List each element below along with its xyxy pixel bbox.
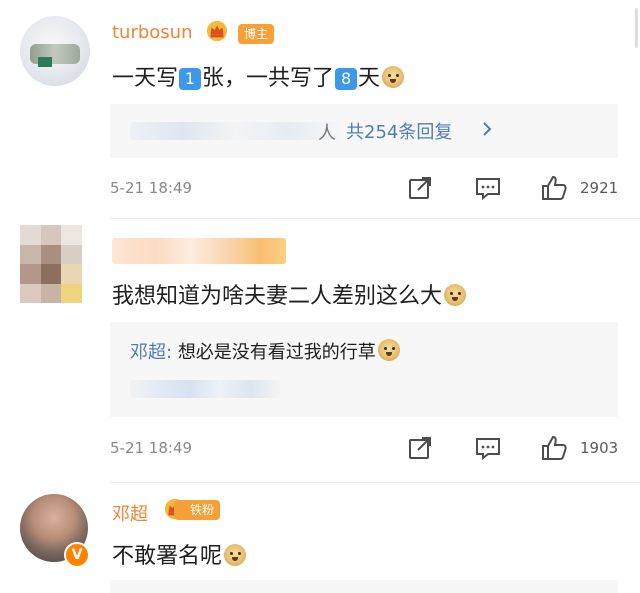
divider [110, 482, 640, 483]
like-count: 2921 [580, 179, 619, 197]
reply-author-link[interactable]: 邓超 [130, 342, 166, 363]
reply-text: 想必是没有看过我的行草 [177, 342, 376, 363]
reply-line: 邓超: 想必是没有看过我的行草 [130, 338, 400, 364]
avatar-blurred[interactable] [20, 225, 82, 303]
doge-emoji-icon [377, 339, 400, 361]
avatar-house [38, 57, 52, 67]
username[interactable]: turbosun [112, 22, 193, 43]
comment-text: 不敢署名呢 [112, 538, 247, 570]
comment-date: 5-21 18:49 [110, 179, 193, 197]
comment-date: 5-21 18:49 [110, 439, 193, 457]
reply-blurred-tail: 人 [318, 123, 336, 144]
scrollbar[interactable] [635, 8, 638, 48]
reply-colon: : [166, 342, 173, 363]
chevron-right-icon[interactable] [479, 121, 495, 137]
comment-icon[interactable] [474, 174, 502, 202]
comment-meta: 5-21 18:49 2921 [110, 174, 620, 204]
thumbs-up-icon[interactable] [540, 174, 568, 202]
comment-text: 我想知道为啥夫妻二人差别这么大 [112, 278, 467, 310]
doge-emoji-icon [382, 66, 405, 88]
doge-emoji-icon [444, 284, 467, 306]
reply-preview[interactable]: 邓超: 想必是没有看过我的行草 [110, 322, 618, 417]
like-count: 1903 [580, 439, 619, 457]
share-icon[interactable] [406, 434, 434, 462]
comment-meta: 5-21 18:49 1903 [110, 434, 620, 464]
comment-text-body: 不敢署名呢 [112, 544, 223, 569]
comment-text-part1: 一天写 [112, 66, 179, 91]
comment-icon[interactable] [474, 434, 502, 462]
comment-text-part3: 天 [358, 66, 381, 91]
share-icon[interactable] [406, 174, 434, 202]
blurred-reply-text [130, 122, 340, 140]
doge-emoji-icon [224, 544, 247, 566]
reply-preview[interactable]: 人 共254条回复 [110, 104, 618, 158]
blurred-username [112, 238, 286, 264]
thumbs-up-icon[interactable] [540, 434, 568, 462]
verified-badge-icon: V [64, 542, 90, 568]
divider [110, 218, 640, 219]
reply-count-link[interactable]: 共254条回复 [346, 118, 452, 144]
number-emoji-1: 1 [179, 68, 202, 90]
blurred-reply-more [130, 380, 280, 398]
comment-text: 一天写 1 张，一共写了 8 天 [112, 60, 405, 92]
number-emoji-8: 8 [335, 68, 358, 90]
comment-text-part2: 张，一共写了 [202, 66, 335, 91]
comment-text-body: 我想知道为啥夫妻二人差别这么大 [112, 284, 443, 309]
avatar[interactable] [20, 16, 90, 86]
reply-preview [110, 580, 618, 593]
blogger-tag: 博主 [238, 24, 275, 44]
username[interactable]: 邓超 [112, 500, 148, 526]
fan-tag: 铁粉 [174, 500, 221, 520]
crown-icon [206, 20, 228, 42]
